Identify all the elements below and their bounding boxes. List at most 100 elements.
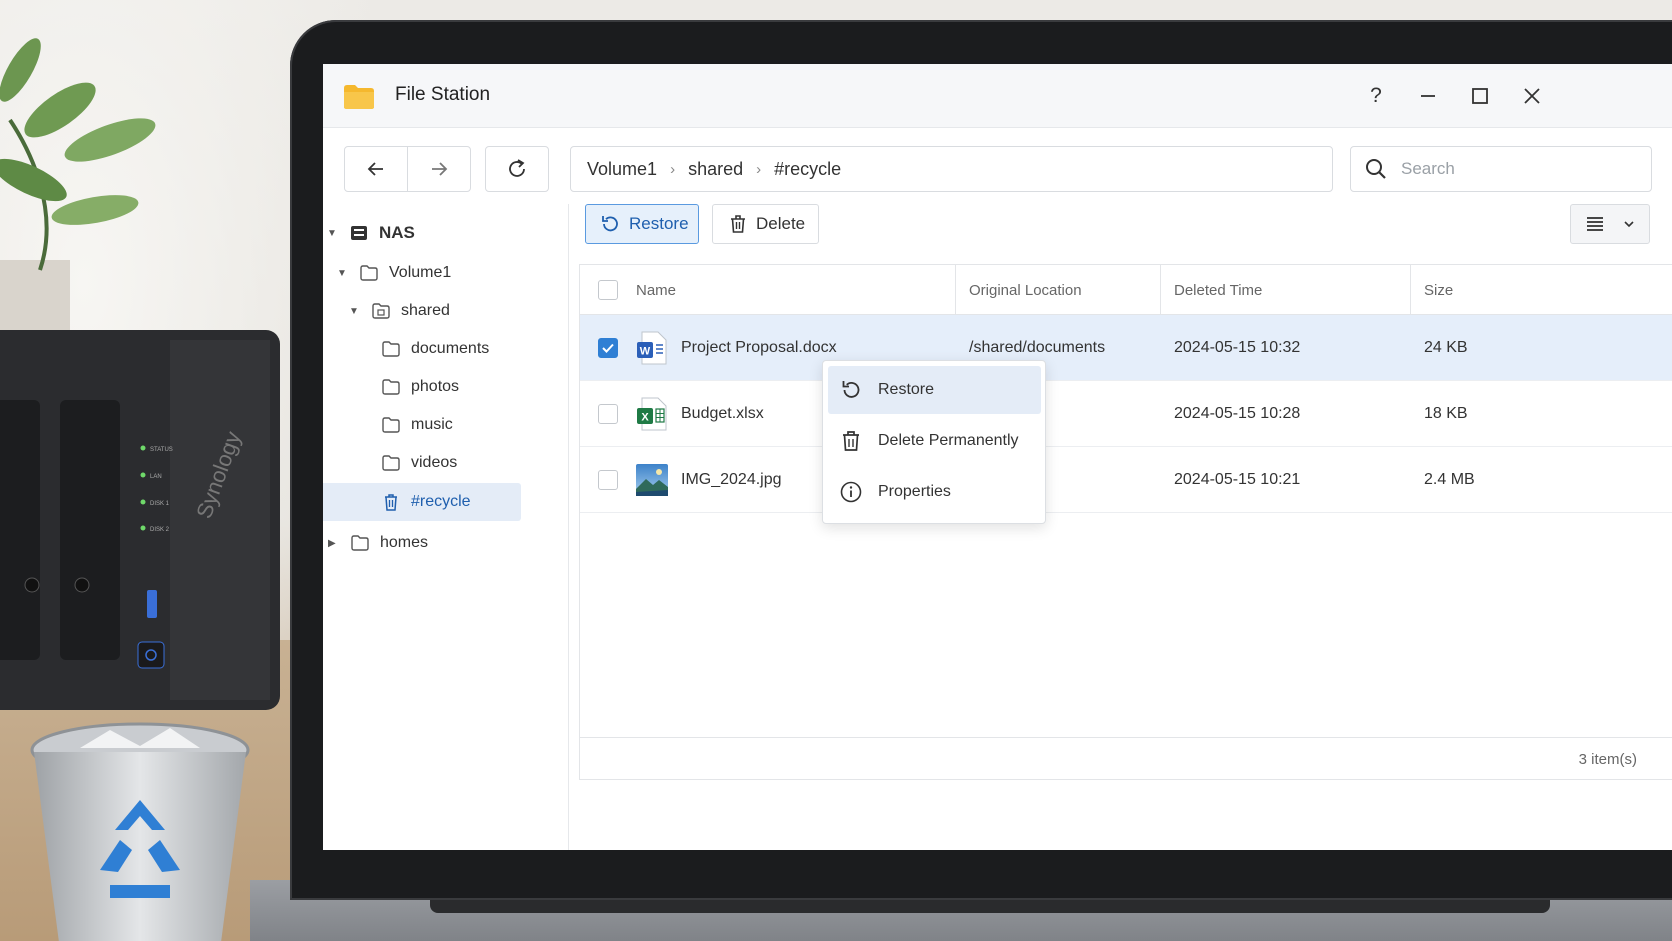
row-checkbox[interactable] (598, 470, 618, 490)
delete-label: Delete (756, 214, 806, 233)
column-header-name[interactable]: Name (636, 265, 676, 315)
forward-button[interactable] (407, 147, 470, 191)
close-icon (1524, 88, 1540, 104)
file-name: Project Proposal.docx (681, 339, 837, 356)
back-button[interactable] (345, 147, 407, 191)
search-input[interactable] (1401, 159, 1631, 179)
column-divider[interactable] (955, 265, 956, 315)
breadcrumb-item-recycle[interactable]: #recycle (774, 159, 841, 180)
minimize-button[interactable] (1410, 78, 1446, 114)
select-all-checkbox[interactable] (598, 280, 618, 300)
breadcrumb-item-volume1[interactable]: Volume1 (587, 159, 657, 180)
help-icon: ? (1370, 84, 1382, 107)
nas-icon (349, 223, 369, 243)
sidebar-item-homes[interactable]: ▶ homes (328, 524, 557, 562)
restore-icon (842, 381, 860, 398)
arrow-right-icon (432, 162, 448, 176)
menu-item-delete-permanently[interactable]: Delete Permanently (828, 417, 1041, 465)
chevron-down-icon (1624, 221, 1634, 228)
row-checkbox[interactable] (598, 404, 618, 424)
folder-icon (381, 415, 401, 435)
file-size: 2.4 MB (1424, 471, 1475, 488)
breadcrumb-separator: › (670, 160, 676, 178)
svg-text:DISK 1: DISK 1 (150, 501, 170, 507)
sidebar-item-photos[interactable]: photos (381, 368, 557, 406)
checkmark-icon (602, 343, 614, 353)
tree-label: Volume1 (389, 264, 452, 281)
folder-icon (381, 339, 401, 359)
window-title: File Station (395, 84, 491, 105)
item-count: 3 item(s) (580, 737, 1672, 781)
trash-icon (381, 492, 401, 512)
caret-right-icon: ▶ (328, 537, 336, 549)
plant-decor (0, 38, 156, 360)
restore-button[interactable]: Restore (585, 204, 699, 244)
table-row[interactable]: W Project Proposal.docx /shared/document… (580, 315, 1672, 381)
excel-sheet-icon: X (637, 397, 667, 431)
svg-text:DISK 2: DISK 2 (150, 527, 170, 533)
svg-text:LAN: LAN (150, 474, 162, 480)
breadcrumb-item-shared[interactable]: shared (688, 159, 743, 180)
minimize-icon (1421, 95, 1435, 97)
column-header-size[interactable]: Size (1424, 265, 1453, 315)
sidebar-tree: ▼ NAS ▼ Volume1 ▼ shared documents photo… (323, 204, 569, 850)
column-divider[interactable] (1160, 265, 1161, 315)
sidebar-item-music[interactable]: music (381, 406, 557, 444)
menu-item-properties[interactable]: Properties (828, 468, 1041, 516)
sidebar-item-documents[interactable]: documents (381, 330, 557, 368)
column-divider[interactable] (1410, 265, 1411, 315)
folder-icon (381, 453, 401, 473)
deleted-time: 2024-05-15 10:28 (1174, 405, 1301, 422)
maximize-button[interactable] (1462, 78, 1498, 114)
row-checkbox[interactable] (598, 338, 618, 358)
trash-icon (731, 215, 745, 233)
sidebar-item-recycle[interactable]: #recycle (323, 483, 521, 521)
folder-app-icon (344, 85, 374, 109)
sidebar-item-shared[interactable]: ▼ shared (349, 292, 557, 330)
tree-label: photos (411, 378, 460, 395)
arrow-left-icon (367, 162, 383, 176)
list-view-icon (1587, 217, 1603, 231)
view-mode-dropdown[interactable] (1570, 204, 1650, 244)
menu-item-restore[interactable]: Restore (828, 366, 1041, 414)
svg-text:W: W (640, 346, 651, 358)
folder-icon (359, 263, 379, 283)
close-button[interactable] (1514, 78, 1550, 114)
deleted-time: 2024-05-15 10:32 (1174, 339, 1301, 356)
column-header-deleted-time[interactable]: Deleted Time (1174, 265, 1262, 315)
refresh-button[interactable] (485, 146, 549, 192)
breadcrumb: Volume1 › shared › #recycle (570, 146, 1333, 192)
file-size: 24 KB (1424, 339, 1468, 356)
trash-icon (843, 431, 859, 451)
caret-down-icon: ▼ (327, 227, 337, 239)
context-menu: Restore Delete Permanently Properties (822, 360, 1046, 524)
nas-device: STATUS LAN DISK 1 DISK 2 Synology (0, 330, 280, 710)
column-header-location[interactable]: Original Location (969, 265, 1082, 315)
sidebar-item-videos[interactable]: videos (381, 444, 557, 482)
menu-item-label: Properties (878, 483, 951, 500)
title-bar: File Station ? (323, 64, 1672, 128)
help-button[interactable]: ? (1358, 78, 1394, 114)
search-icon (1366, 159, 1386, 179)
delete-button[interactable]: Delete (712, 204, 819, 244)
tree-label: documents (411, 340, 490, 357)
tree-label: NAS (379, 223, 415, 242)
refresh-icon (509, 159, 525, 177)
breadcrumb-separator: › (756, 160, 762, 178)
deleted-time: 2024-05-15 10:21 (1174, 471, 1301, 488)
tree-label: shared (401, 302, 450, 319)
sidebar-item-volume1[interactable]: ▼ Volume1 (337, 254, 557, 292)
folder-icon (381, 377, 401, 397)
table-row[interactable]: IMG_2024.jpg 2024-05-15 10:21 2.4 MB (580, 447, 1672, 513)
history-nav (344, 146, 471, 192)
table-row[interactable]: X Budget.xlsx 2024-05-15 10:28 18 KB (580, 381, 1672, 447)
recycle-bin-decor (30, 722, 250, 941)
svg-text:X: X (641, 412, 649, 424)
restore-icon (602, 216, 618, 232)
tree-root-nas[interactable]: ▼ NAS (327, 214, 557, 252)
tree-label: homes (380, 534, 429, 551)
table-header: Name Original Location Deleted Time Size (580, 265, 1672, 315)
caret-down-icon: ▼ (349, 305, 359, 317)
tree-label: music (411, 416, 453, 433)
file-table: Name Original Location Deleted Time Size (579, 264, 1672, 780)
